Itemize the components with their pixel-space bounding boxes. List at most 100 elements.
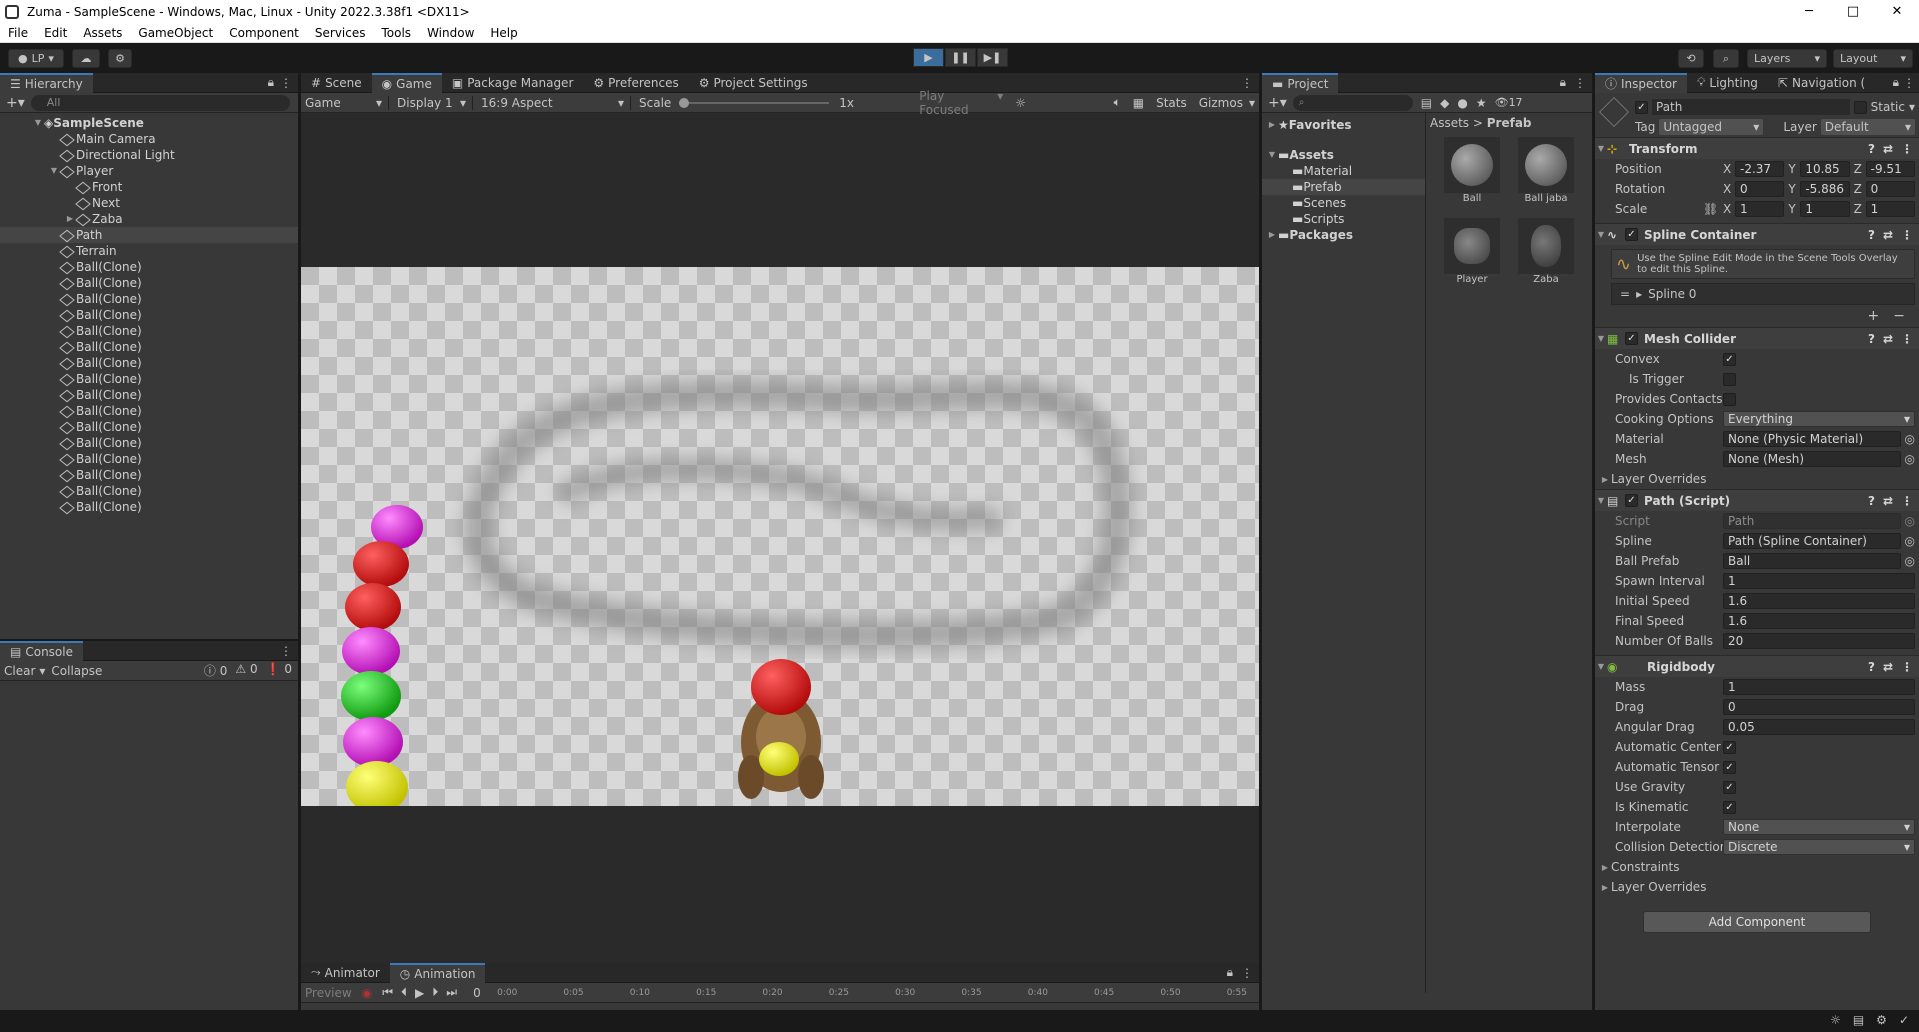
object-name-input[interactable]: Path: [1652, 99, 1850, 115]
kebab-menu-icon[interactable]: ⋮: [1901, 332, 1913, 346]
spline-enabled-checkbox[interactable]: ✓: [1625, 228, 1638, 241]
position-z-input[interactable]: -9.51: [1865, 161, 1915, 177]
audio-icon[interactable]: 🔈︎: [1108, 95, 1127, 110]
object-picker-icon[interactable]: ◎: [1905, 554, 1915, 568]
lock-icon[interactable]: 🔒︎: [1227, 965, 1233, 980]
tree-item-front[interactable]: Front: [0, 179, 298, 195]
active-checkbox[interactable]: ✓: [1635, 100, 1648, 114]
collapse-arrow-icon[interactable]: ▶: [1266, 117, 1278, 133]
preset-icon[interactable]: ⇄: [1883, 660, 1893, 674]
layer-overrides-row[interactable]: ▶ Layer Overrides: [1595, 469, 1919, 489]
tree-item-ball-clone[interactable]: Ball(Clone): [0, 339, 298, 355]
tag-dropdown[interactable]: Untagged ▾: [1659, 119, 1764, 135]
collab-button[interactable]: ⚙: [108, 49, 132, 68]
layout-dropdown[interactable]: Layout ▾: [1833, 49, 1913, 68]
path-script-enabled-checkbox[interactable]: ✓: [1625, 494, 1638, 507]
breadcrumb-assets[interactable]: Assets: [1430, 116, 1469, 130]
next-key-icon[interactable]: ⏵: [428, 985, 442, 1000]
tree-item-ball-clone[interactable]: Ball(Clone): [0, 371, 298, 387]
log-count-badge[interactable]: ⓘ 0: [204, 662, 227, 679]
expand-arrow-icon[interactable]: ▼: [1595, 662, 1607, 671]
timeline-ruler[interactable]: 0:00 0:05 0:10 0:15 0:20 0:25 0:30 0:35 0:40 0:45…: [497, 988, 1259, 998]
keyboard-icon[interactable]: ▦: [1127, 96, 1150, 110]
scale-y-input[interactable]: 1: [1800, 201, 1850, 217]
tree-item-ball-clone[interactable]: Ball(Clone): [0, 275, 298, 291]
kebab-menu-icon[interactable]: ⋮: [1241, 966, 1253, 980]
number-of-balls-input[interactable]: 20: [1723, 633, 1915, 649]
use-gravity-checkbox[interactable]: ✓: [1723, 780, 1736, 794]
assets-node[interactable]: ▼ ▬ Assets: [1262, 147, 1425, 163]
tree-item-ball-clone[interactable]: Ball(Clone): [0, 451, 298, 467]
menu-help[interactable]: Help: [482, 23, 525, 43]
constraints-row[interactable]: ▶ Constraints: [1595, 857, 1919, 877]
game-viewport[interactable]: [301, 267, 1259, 806]
auto-center-of-mass-checkbox[interactable]: ✓: [1723, 740, 1736, 754]
help-icon[interactable]: ?: [1868, 494, 1875, 508]
play-anim-icon[interactable]: ▶: [411, 986, 428, 1000]
info-icon[interactable]: ●: [1457, 96, 1467, 110]
network-icon[interactable]: ⚙: [1876, 1013, 1887, 1027]
tree-item-ball-clone[interactable]: Ball(Clone): [0, 483, 298, 499]
tree-item-ball-clone[interactable]: Ball(Clone): [0, 467, 298, 483]
static-checkbox[interactable]: [1853, 100, 1867, 114]
cooking-options-dropdown[interactable]: Everything ▾: [1723, 411, 1915, 427]
bug-icon[interactable]: ☼: [1009, 96, 1032, 110]
eye-count[interactable]: 👁︎17: [1495, 96, 1523, 109]
tab-preferences[interactable]: ⚙ Preferences: [583, 73, 688, 93]
preset-icon[interactable]: ⇄: [1883, 332, 1893, 346]
add-icon[interactable]: +: [1868, 308, 1880, 324]
menu-tools[interactable]: Tools: [374, 23, 420, 43]
tree-item-ball-clone[interactable]: Ball(Clone): [0, 419, 298, 435]
preset-icon[interactable]: ⇄: [1883, 142, 1893, 156]
tree-item-ball-clone[interactable]: Ball(Clone): [0, 435, 298, 451]
spline-list-item[interactable]: = ▸ Spline 0: [1611, 283, 1915, 305]
expand-arrow-icon[interactable]: ▼: [1595, 496, 1607, 505]
tab-game[interactable]: ◉ Game: [371, 73, 442, 93]
asset-ball-jaba[interactable]: Ball jaba: [1510, 137, 1582, 204]
tree-item-ball-clone[interactable]: Ball(Clone): [0, 403, 298, 419]
menu-file[interactable]: File: [0, 23, 36, 43]
add-icon[interactable]: +▾: [1262, 95, 1293, 111]
position-y-input[interactable]: 10.85: [1800, 161, 1850, 177]
scale-z-input[interactable]: 1: [1865, 201, 1915, 217]
menu-component[interactable]: Component: [221, 23, 307, 43]
material-field[interactable]: None (Physic Material): [1723, 431, 1901, 447]
maximize-button[interactable]: □: [1831, 0, 1875, 23]
scale-x-input[interactable]: 1: [1735, 201, 1785, 217]
object-picker-icon[interactable]: ◎: [1905, 452, 1915, 466]
expand-arrow-icon[interactable]: ▼: [1266, 147, 1278, 163]
scene-root[interactable]: ▼ ◈ SampleScene: [0, 115, 298, 131]
tree-item-path[interactable]: Path: [0, 227, 298, 243]
expand-arrow-icon[interactable]: ▼: [1595, 334, 1607, 343]
cloud-button[interactable]: ☁: [72, 49, 100, 68]
menu-window[interactable]: Window: [419, 23, 482, 43]
menu-gameobject[interactable]: GameObject: [130, 23, 221, 43]
scale-slider[interactable]: [679, 97, 830, 108]
transform-header[interactable]: ▼ ⊹ Transform? ⇄ ⋮: [1595, 137, 1919, 159]
favorites-node[interactable]: ▶ ★ Favorites: [1262, 117, 1425, 133]
menu-edit[interactable]: Edit: [36, 23, 75, 43]
play-button[interactable]: ▶: [913, 48, 944, 67]
folder-scenes[interactable]: ▬ Scenes: [1262, 195, 1425, 211]
provides-contacts-checkbox[interactable]: [1723, 392, 1736, 406]
check-icon[interactable]: ✓: [1899, 1013, 1909, 1027]
stats-button[interactable]: Stats: [1150, 96, 1193, 110]
tree-item-ball-clone[interactable]: Ball(Clone): [0, 259, 298, 275]
filter-label-icon[interactable]: ◆: [1440, 96, 1449, 110]
tree-item-ball-clone[interactable]: Ball(Clone): [0, 355, 298, 371]
help-icon[interactable]: ?: [1868, 228, 1875, 242]
tab-inspector[interactable]: ⓘ Inspector: [1595, 73, 1687, 93]
auto-tensor-checkbox[interactable]: ✓: [1723, 760, 1736, 774]
initial-speed-input[interactable]: 1.6: [1723, 593, 1915, 609]
tab-hierarchy[interactable]: ☰ Hierarchy: [0, 73, 93, 93]
tree-item-directional-light[interactable]: Directional Light: [0, 147, 298, 163]
menu-assets[interactable]: Assets: [75, 23, 130, 43]
account-dropdown[interactable]: ● LP ▾: [8, 49, 64, 68]
mesh-collider-enabled-checkbox[interactable]: ✓: [1625, 332, 1638, 345]
collapse-arrow-icon[interactable]: ▶: [1599, 863, 1611, 872]
mass-input[interactable]: 1: [1723, 679, 1915, 695]
add-icon[interactable]: +▾: [0, 95, 31, 111]
chevron-down-icon[interactable]: ▾: [1909, 100, 1915, 114]
kebab-menu-icon[interactable]: ⋮: [280, 76, 292, 90]
bug-icon[interactable]: ☼: [1830, 1013, 1841, 1027]
